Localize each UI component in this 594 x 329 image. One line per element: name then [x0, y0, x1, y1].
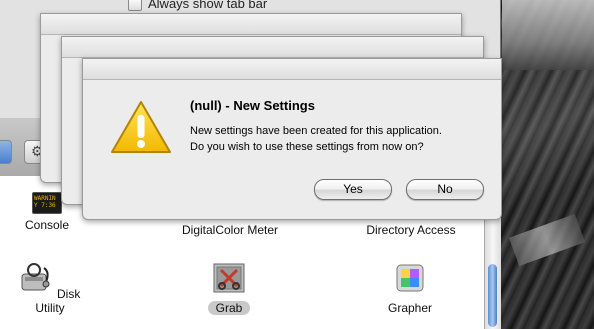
- dialog-title: (null) - New Settings: [190, 98, 315, 113]
- disk-utility-icon: [21, 263, 50, 291]
- tab-bar-checkbox[interactable]: [128, 0, 142, 11]
- new-settings-dialog: (null) - New Settings New settings have …: [82, 58, 502, 220]
- app-disk-utility[interactable]: Disk Utility: [8, 262, 92, 315]
- app-grapher[interactable]: Grapher: [374, 262, 446, 315]
- grab-icon: [213, 263, 245, 293]
- app-label-selected: Grab: [207, 301, 251, 315]
- console-icon: WARNIN Y 7:36: [32, 192, 62, 214]
- app-label: Directory Access: [366, 223, 456, 237]
- tab-bar-checkbox-label: Always show tab bar: [148, 0, 268, 11]
- app-directory-access[interactable]: Directory Access: [352, 223, 470, 237]
- app-grab[interactable]: Grab: [196, 262, 262, 315]
- grapher-icon: [396, 264, 424, 292]
- sheet-titlebar: [41, 14, 461, 35]
- no-button[interactable]: No: [406, 179, 484, 200]
- scrollbar-thumb[interactable]: [488, 264, 497, 327]
- app-label: Console: [24, 218, 70, 232]
- dialog-message-line1: New settings have been created for this …: [190, 125, 442, 137]
- view-button[interactable]: [0, 140, 12, 164]
- warning-triangle-icon: [111, 101, 171, 153]
- dialog-message: New settings have been created for this …: [190, 123, 490, 155]
- app-label: Grapher: [387, 301, 433, 315]
- app-digitalcolor-meter[interactable]: DigitalColor Meter: [168, 223, 292, 237]
- app-label: DigitalColor Meter: [181, 223, 279, 237]
- desktop-highlight: [502, 0, 594, 70]
- sheet-titlebar: [62, 37, 483, 58]
- tab-bar-option[interactable]: Always show tab bar: [128, 0, 267, 11]
- dialog-titlebar: [83, 59, 501, 80]
- dialog-message-line2: Do you wish to use these settings from n…: [190, 141, 424, 153]
- desktop-background: [492, 0, 594, 329]
- yes-button[interactable]: Yes: [314, 179, 392, 200]
- desktop-highlight-lower: [508, 213, 586, 267]
